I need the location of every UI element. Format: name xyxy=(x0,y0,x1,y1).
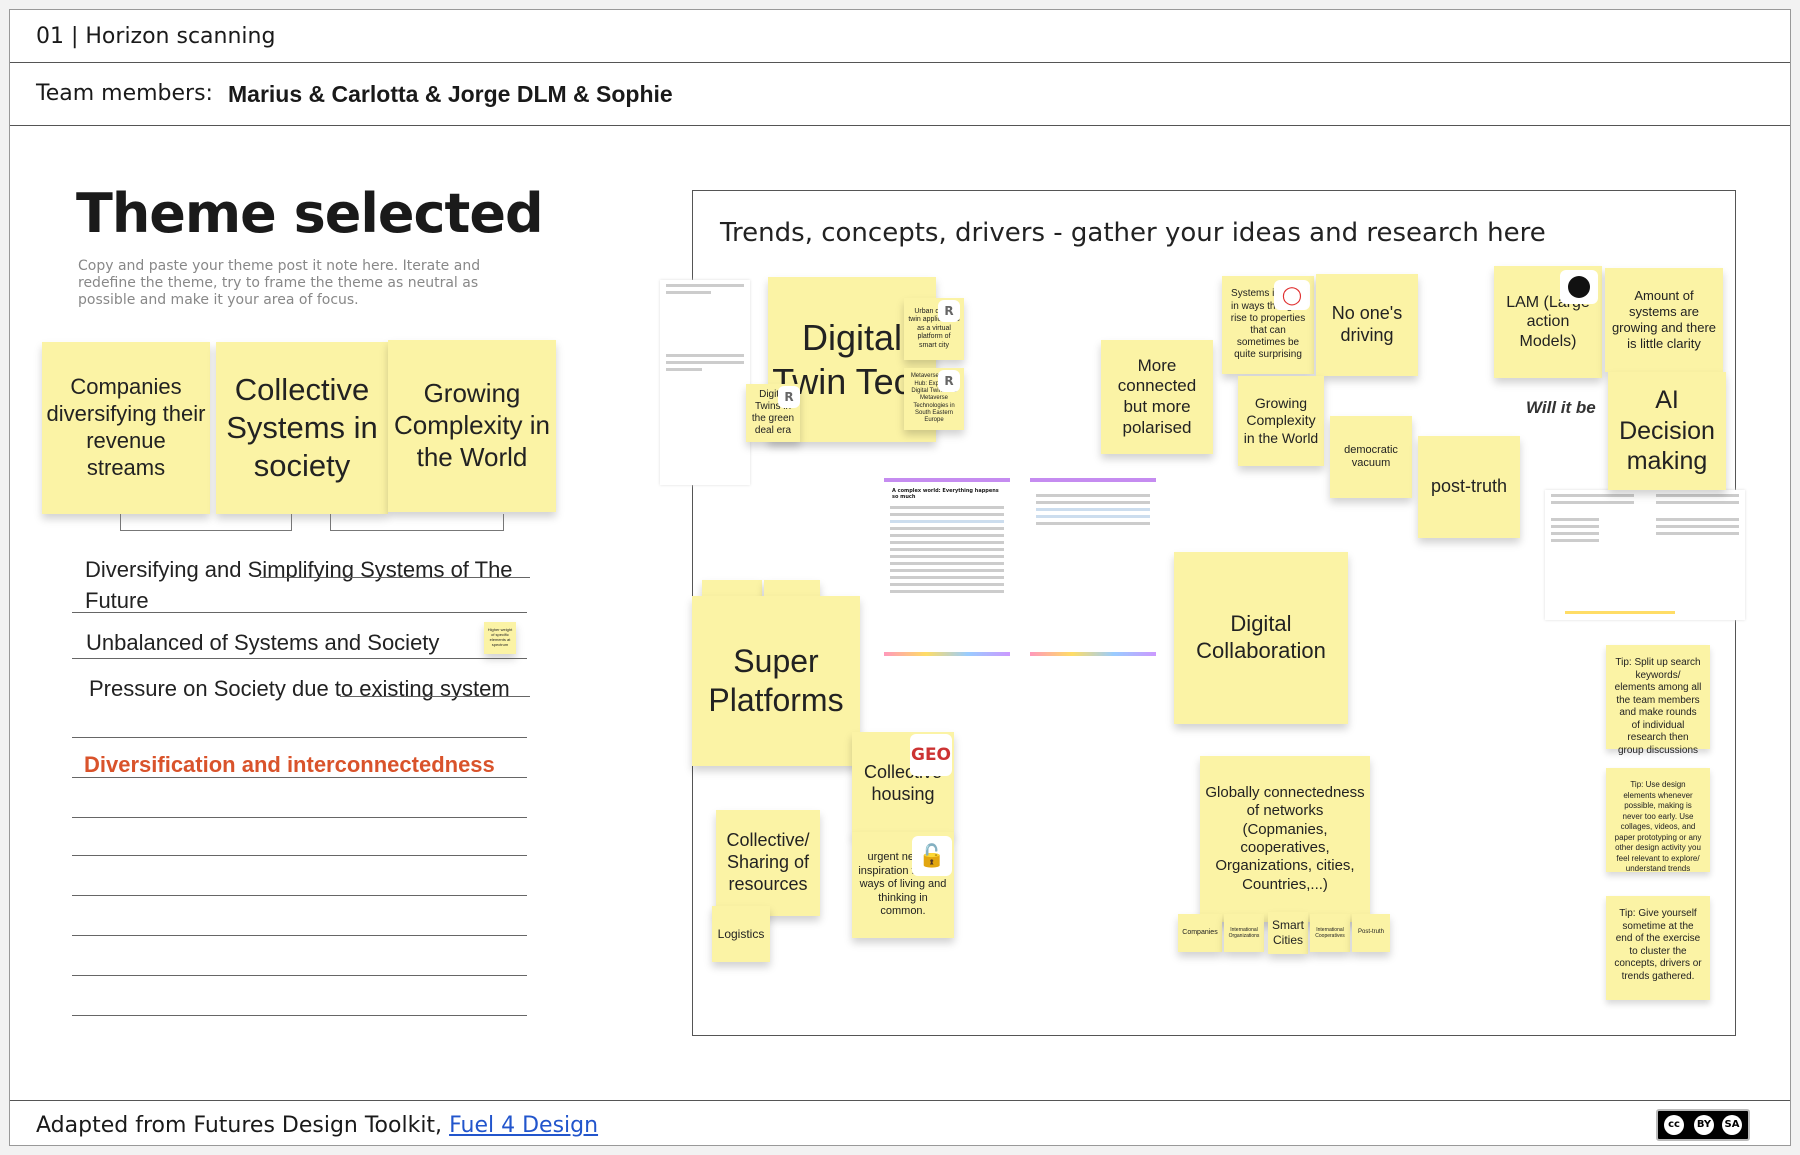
tiny-note[interactable]: Higher weight of specific elements at sp… xyxy=(484,622,516,654)
iteration-2[interactable]: Unbalanced of Systems and Society xyxy=(86,630,439,656)
note-amount-systems[interactable]: Amount of systems are growing and there … xyxy=(1605,268,1723,372)
empty-line xyxy=(72,895,527,896)
theme-note-complexity[interactable]: Growing Complexity in the World xyxy=(388,340,556,512)
note-post-truth[interactable]: post-truth xyxy=(1418,436,1520,538)
note-super-platforms[interactable]: Super Platforms xyxy=(692,596,860,766)
cc-icon: cc xyxy=(1664,1115,1684,1135)
team-row: Team members: Marius & Carlotta & Jorge … xyxy=(10,63,1790,126)
empty-line xyxy=(72,817,527,818)
document-thumbnail-2[interactable] xyxy=(1030,478,1156,658)
iteration-1[interactable]: Diversifying and Simplifying Systems of … xyxy=(85,554,515,616)
tip-note-2[interactable]: Tip: Use design elements whenever possib… xyxy=(1606,768,1710,873)
rabbit-icon xyxy=(1560,270,1598,304)
note-intl-org[interactable]: International Organizations xyxy=(1224,914,1264,952)
header-bar: 01 | Horizon scanning xyxy=(10,10,1790,63)
empty-line xyxy=(72,1015,527,1016)
divider xyxy=(340,696,530,697)
researchgate-icon: R xyxy=(778,386,800,408)
note-companies[interactable]: Companies xyxy=(1178,914,1222,952)
researchgate-icon: R xyxy=(938,370,960,392)
tip-note-1[interactable]: Tip: Split up search keywords/ elements … xyxy=(1606,645,1710,756)
document-papers[interactable] xyxy=(1545,490,1745,620)
cc-license-badge[interactable]: cc BY SA xyxy=(1656,1109,1750,1141)
theme-note-companies[interactable]: Companies diversifying their revenue str… xyxy=(42,342,210,514)
divider xyxy=(72,737,527,738)
connector xyxy=(120,514,292,531)
theme-subtitle: Copy and paste your theme post it note h… xyxy=(78,258,481,308)
divider xyxy=(72,658,527,659)
fuel4design-link[interactable]: Fuel 4 Design xyxy=(449,1113,598,1138)
divider xyxy=(260,577,530,578)
empty-line xyxy=(72,975,527,976)
doc-label: A complex world: Everything happens so m… xyxy=(892,488,999,500)
divider xyxy=(72,612,527,613)
empty-line xyxy=(72,855,527,856)
document-complex-world[interactable]: A complex world: Everything happens so m… xyxy=(884,478,1010,658)
iteration-4-highlight[interactable]: Diversification and interconnectedness xyxy=(84,752,495,778)
iteration-3[interactable]: Pressure on Society due to existing syst… xyxy=(89,673,519,705)
footer-credit: Adapted from Futures Design Toolkit, Fue… xyxy=(36,1113,598,1138)
note-no-one-driving[interactable]: No one's driving xyxy=(1316,274,1418,376)
page-title: 01 | Horizon scanning xyxy=(36,24,276,49)
theme-title: Theme selected xyxy=(76,182,544,245)
footer-text: Adapted from Futures Design Toolkit, xyxy=(36,1113,450,1138)
will-it-be-text[interactable]: Will it be xyxy=(1526,398,1596,418)
note-globally-connected[interactable]: Globally connectedness of networks (Copm… xyxy=(1200,756,1370,922)
theme-note-collective[interactable]: Collective Systems in society xyxy=(216,342,388,514)
divider xyxy=(72,777,527,778)
note-democratic-vacuum[interactable]: democratic vacuum xyxy=(1330,416,1412,498)
padlock-icon: 🔓 xyxy=(912,836,952,876)
note-ai-decision[interactable]: AI Decision making xyxy=(1608,372,1726,490)
geo-icon: GEO xyxy=(910,734,952,776)
sa-icon: SA xyxy=(1722,1115,1742,1135)
connector xyxy=(330,514,504,531)
tip-note-3[interactable]: Tip: Give yourself sometime at the end o… xyxy=(1606,896,1710,1000)
note-post-truth-small[interactable]: Post-truth xyxy=(1352,914,1390,952)
note-digital-collaboration[interactable]: Digital Collaboration xyxy=(1174,552,1348,724)
team-members[interactable]: Marius & Carlotta & Jorge DLM & Sophie xyxy=(228,81,673,108)
footer: Adapted from Futures Design Toolkit, Fue… xyxy=(10,1100,1790,1146)
oracle-icon: ◯ xyxy=(1274,280,1310,310)
by-icon: BY xyxy=(1694,1115,1714,1135)
note-growing-complexity[interactable]: Growing Complexity in the World xyxy=(1238,376,1324,466)
board-title: Trends, concepts, drivers - gather your … xyxy=(720,218,1546,248)
note-collective-sharing[interactable]: Collective/ Sharing of resources xyxy=(716,810,820,916)
empty-line xyxy=(72,935,527,936)
team-label: Team members: xyxy=(36,81,213,106)
note-logistics[interactable]: Logistics xyxy=(712,906,770,962)
researchgate-icon: R xyxy=(938,300,960,322)
note-smart-cities[interactable]: Smart Cities xyxy=(1268,912,1308,954)
document-thumbnail[interactable] xyxy=(660,280,750,485)
note-intl-coop[interactable]: International Cooperatives xyxy=(1310,914,1350,952)
note-more-connected[interactable]: More connected but more polarised xyxy=(1101,340,1213,454)
